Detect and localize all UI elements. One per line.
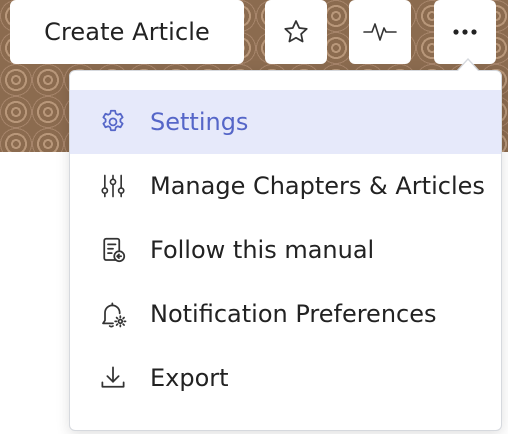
- bell-settings-icon: [97, 298, 129, 330]
- menu-caret: [457, 60, 479, 72]
- page: Create Article Settings Manage Chapters …: [0, 0, 508, 434]
- menu-item-notification-preferences[interactable]: Notification Preferences: [70, 282, 501, 346]
- menu-item-label: Export: [150, 364, 229, 392]
- menu-item-label: Follow this manual: [150, 236, 375, 264]
- menu-item-settings[interactable]: Settings: [70, 90, 501, 154]
- menu-item-label: Settings: [150, 108, 249, 136]
- follow-document-icon: [97, 234, 129, 266]
- gear-icon: [97, 106, 129, 138]
- create-article-button[interactable]: Create Article: [10, 0, 244, 64]
- more-options-menu: Settings Manage Chapters & Articles Foll…: [69, 70, 502, 431]
- more-horizontal-icon: [452, 28, 478, 36]
- menu-list: Settings Manage Chapters & Articles Foll…: [70, 71, 501, 410]
- menu-item-label: Manage Chapters & Articles: [150, 172, 485, 200]
- menu-item-manage-chapters[interactable]: Manage Chapters & Articles: [70, 154, 501, 218]
- menu-item-label: Notification Preferences: [150, 300, 437, 328]
- star-icon: [281, 17, 311, 47]
- menu-item-export[interactable]: Export: [70, 346, 501, 410]
- favorite-button[interactable]: [265, 0, 327, 64]
- more-options-button[interactable]: [434, 0, 496, 64]
- sliders-icon: [97, 170, 129, 202]
- download-icon: [97, 362, 129, 394]
- menu-item-follow-manual[interactable]: Follow this manual: [70, 218, 501, 282]
- activity-pulse-icon: [362, 20, 398, 44]
- create-article-label: Create Article: [44, 18, 210, 46]
- activity-button[interactable]: [349, 0, 411, 64]
